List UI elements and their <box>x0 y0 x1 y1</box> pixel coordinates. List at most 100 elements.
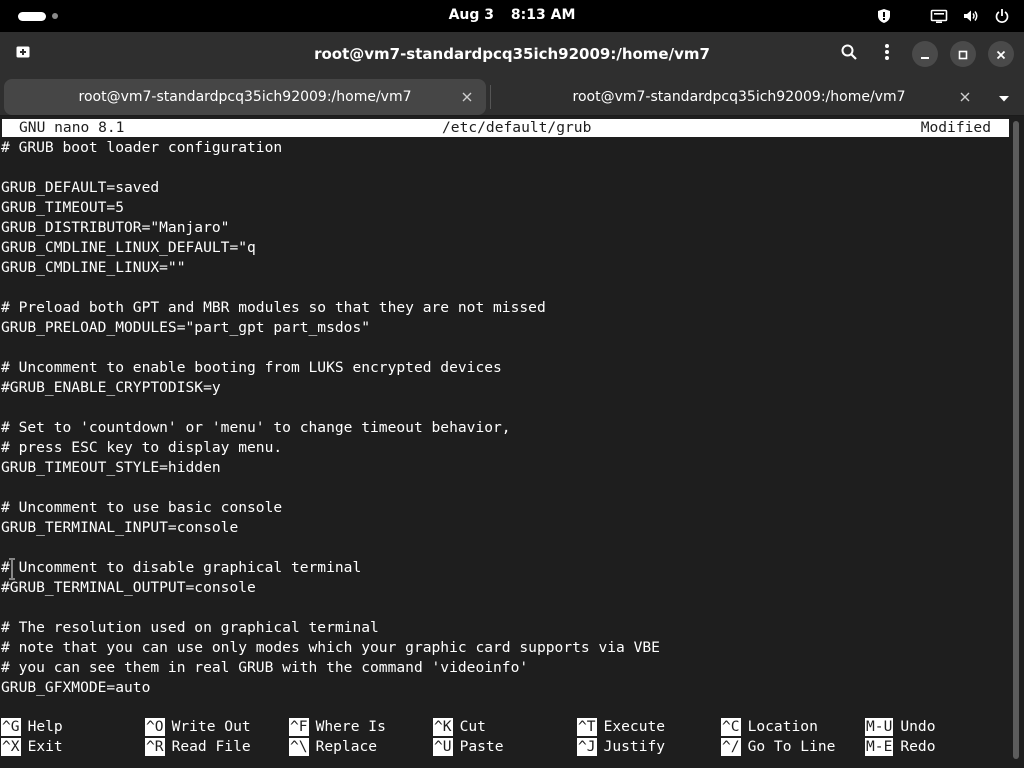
editor-line[interactable] <box>1 158 660 178</box>
new-tab-button[interactable] <box>12 43 34 65</box>
tab-label: root@vm7-standardpcq35ich92009:/home/vm7 <box>572 89 906 105</box>
editor-line[interactable] <box>1 538 660 558</box>
shortcut-key: ^O <box>145 718 165 736</box>
close-icon <box>960 92 970 102</box>
editor-line[interactable] <box>1 338 660 358</box>
shortcut-key: ^/ <box>721 738 741 756</box>
editor-line[interactable]: # The resolution used on graphical termi… <box>1 618 660 638</box>
shortcut-key: ^X <box>1 738 21 756</box>
shortcut-item[interactable]: ^J Justify <box>577 737 665 757</box>
shortcut-key: M-E <box>865 738 894 756</box>
terminal-scrollbar[interactable] <box>1013 121 1019 759</box>
shortcut-key: ^J <box>577 738 597 756</box>
shield-icon[interactable] <box>876 8 892 24</box>
screen-icon[interactable] <box>930 8 948 24</box>
shortcut-key: ^\ <box>289 738 309 756</box>
kebab-menu-icon <box>884 43 890 65</box>
shortcut-label: Go To Line <box>747 738 836 755</box>
shortcut-label: Cut <box>459 718 486 735</box>
editor-line[interactable]: #GRUB_ENABLE_CRYPTODISK=y <box>1 378 660 398</box>
shortcut-item[interactable]: ^C Location <box>721 717 818 737</box>
terminal-view[interactable]: GNU nano 8.1 /etc/default/grub Modified … <box>0 117 1024 768</box>
editor-line[interactable]: # Uncomment to disable graphical termina… <box>1 558 660 578</box>
editor-line[interactable]: #GRUB_TERMINAL_OUTPUT=console <box>1 578 660 598</box>
editor-line[interactable]: # Uncomment to enable booting from LUKS … <box>1 358 660 378</box>
editor-line[interactable]: GRUB_CMDLINE_LINUX_DEFAULT="q <box>1 238 660 258</box>
volume-icon[interactable] <box>962 8 980 24</box>
editor-line[interactable] <box>1 398 660 418</box>
shortcut-key: M-U <box>865 718 894 736</box>
editor-line[interactable]: # note that you can use only modes which… <box>1 638 660 658</box>
editor-line[interactable]: # press ESC key to display menu. <box>1 438 660 458</box>
editor-line[interactable]: GRUB_DISTRIBUTOR="Manjaro" <box>1 218 660 238</box>
tab-separator <box>490 85 491 109</box>
editor-buffer[interactable]: # GRUB boot loader configuration GRUB_DEF… <box>1 138 660 698</box>
editor-line[interactable]: # you can see them in real GRUB with the… <box>1 658 660 678</box>
window-header: root@vm7-standardpcq35ich92009:/home/vm7 <box>0 32 1024 77</box>
editor-line[interactable]: # Set to 'countdown' or 'menu' to change… <box>1 418 660 438</box>
minimize-icon <box>920 45 930 64</box>
power-icon[interactable] <box>994 8 1010 24</box>
shortcut-item[interactable]: ^K Cut <box>433 717 486 737</box>
shortcut-item[interactable]: ^G Help <box>1 717 63 737</box>
editor-line[interactable] <box>1 278 660 298</box>
minimize-button[interactable] <box>912 41 938 67</box>
shortcut-item[interactable]: ^R Read File <box>145 737 251 757</box>
close-icon <box>996 45 1006 64</box>
close-button[interactable] <box>988 41 1014 67</box>
shortcut-label: Help <box>27 718 63 735</box>
shortcut-key: ^G <box>1 718 21 736</box>
shortcut-item[interactable]: ^/ Go To Line <box>721 737 835 757</box>
editor-line[interactable] <box>1 598 660 618</box>
editor-line[interactable]: # Preload both GPT and MBR modules so th… <box>1 298 660 318</box>
shortcut-item[interactable]: M-E Redo <box>865 737 936 757</box>
editor-line[interactable]: GRUB_TIMEOUT=5 <box>1 198 660 218</box>
shortcut-label: Undo <box>900 718 936 735</box>
shortcut-row: ^G Help ^O Write Out ^F Where Is ^K Cut ^T Execut… <box>0 717 1024 737</box>
shortcut-key: ^C <box>721 718 741 736</box>
shortcut-label: Redo <box>900 738 936 755</box>
shortcut-item[interactable]: ^T Execute <box>577 717 665 737</box>
editor-line[interactable]: GRUB_PRELOAD_MODULES="part_gpt part_msdo… <box>1 318 660 338</box>
menu-button[interactable] <box>874 41 900 67</box>
editor-line[interactable]: GRUB_GFXMODE=auto <box>1 678 660 698</box>
editor-line[interactable]: # Uncomment to use basic console <box>1 498 660 518</box>
editor-line[interactable] <box>1 478 660 498</box>
shortcut-label: Justify <box>603 738 666 755</box>
editor-line[interactable]: GRUB_TERMINAL_INPUT=console <box>1 518 660 538</box>
tab-label: root@vm7-standardpcq35ich92009:/home/vm7 <box>78 89 412 105</box>
shortcut-item[interactable]: ^U Paste <box>433 737 504 757</box>
shortcut-item[interactable]: ^F Where Is <box>289 717 386 737</box>
tab-bar: root@vm7-standardpcq35ich92009:/home/vm7… <box>0 77 1024 116</box>
editor-line[interactable]: GRUB_DEFAULT=saved <box>1 178 660 198</box>
shortcut-label: Exit <box>27 738 63 755</box>
tab-close-button[interactable] <box>956 88 974 106</box>
shortcut-item[interactable]: M-U Undo <box>865 717 936 737</box>
clock-time: 8:13 AM <box>510 7 576 23</box>
search-icon <box>840 43 858 65</box>
shortcut-item[interactable]: ^O Write Out <box>145 717 251 737</box>
shortcut-item[interactable]: ^\ Replace <box>289 737 377 757</box>
clock[interactable]: Aug 3 8:13 AM <box>0 7 1024 23</box>
shortcut-item[interactable]: ^X Exit <box>1 737 63 757</box>
tab-overview-button[interactable] <box>988 79 1020 115</box>
editor-line[interactable]: # GRUB boot loader configuration <box>1 138 660 158</box>
shortcut-label: Replace <box>315 738 378 755</box>
nano-filename: /etc/default/grub <box>442 119 592 136</box>
shortcut-key: ^K <box>433 718 453 736</box>
shortcut-key: ^R <box>145 738 165 756</box>
header-actions <box>836 40 1014 68</box>
shortcut-label: Write Out <box>171 718 251 735</box>
editor-line[interactable]: GRUB_CMDLINE_LINUX="" <box>1 258 660 278</box>
tab-terminal-2[interactable]: root@vm7-standardpcq35ich92009:/home/vm7 <box>494 79 984 115</box>
shortcut-key: ^U <box>433 738 453 756</box>
system-tray[interactable] <box>876 7 1010 25</box>
maximize-button[interactable] <box>950 41 976 67</box>
new-tab-icon <box>15 44 31 64</box>
search-button[interactable] <box>836 41 862 67</box>
shortcut-row: ^X Exit ^R Read File ^\ Replace ^U Paste ^J Justi… <box>0 737 1024 757</box>
tab-terminal-1[interactable]: root@vm7-standardpcq35ich92009:/home/vm7 <box>4 79 486 115</box>
editor-line[interactable]: GRUB_TIMEOUT_STYLE=hidden <box>1 458 660 478</box>
shortcut-key: ^F <box>289 718 309 736</box>
tab-close-button[interactable] <box>458 88 476 106</box>
